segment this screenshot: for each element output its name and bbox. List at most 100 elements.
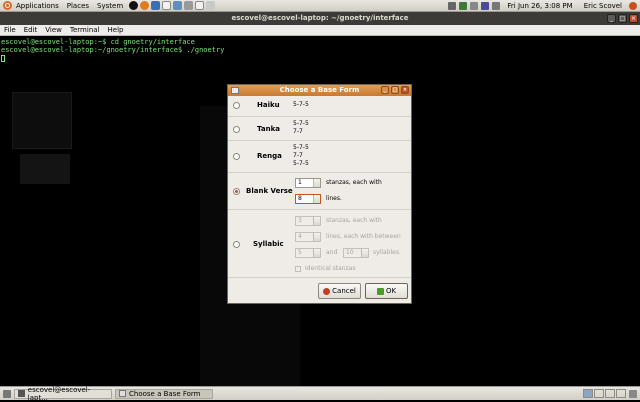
tanka-radio[interactable] [233,126,240,133]
meter-line: 5-7-5 [293,101,309,108]
terminal-icon [18,390,25,397]
blank-verse-radio[interactable] [233,188,240,195]
app-launcher-icon-2[interactable] [184,1,194,10]
meter-line: 7-7 [293,152,303,159]
menu-terminal[interactable]: Terminal [66,25,104,35]
text-editor-launcher-icon[interactable] [195,1,205,10]
blank-verse-label: Blank Verse [246,187,293,195]
show-desktop-icon[interactable] [3,389,11,398]
task-label: Choose a Base Form [129,389,201,398]
meter-line: 5-7-5 [293,144,309,151]
ubuntu-logo-icon[interactable] [3,1,12,10]
meter-line: 5-7-5 [293,160,309,167]
form-row-syllabic: Syllabic 3 stanzas, each with 4 lines, e… [228,209,411,278]
terminal-title: escovel@escovel-laptop: ~/gnoetry/interf… [231,14,409,22]
form-row-renga: Renga 5-7-5 7-7 5-7-5 [228,140,411,173]
terminal-cursor [1,55,5,62]
applications-menu[interactable]: Applications [12,0,63,12]
trash-icon[interactable] [629,389,637,398]
tanka-meter: 5-7-5 7-7 [293,120,309,136]
background-artwork [12,92,72,149]
close-button[interactable]: × [629,14,638,23]
bottom-panel: escovel@escovel-lapt... Choose a Base Fo… [0,385,640,402]
places-menu[interactable]: Places [63,0,93,12]
system-menu[interactable]: System [93,0,127,12]
clock[interactable]: Fri Jun 26, 3:08 PM [503,0,576,12]
ok-check-icon [376,287,384,295]
terminal-launcher-icon[interactable] [129,1,139,10]
syllables-max-spinner[interactable]: 10 [343,248,369,258]
window-icon [231,87,239,94]
button-separator [228,277,411,278]
menu-edit[interactable]: Edit [20,25,42,35]
syllabic-stanzas-spinner[interactable]: 3 [295,216,321,226]
lines-label: lines. [326,195,342,202]
blank-verse-lines-spinner[interactable]: 8 [295,194,321,204]
task-dialog[interactable]: Choose a Base Form [115,388,213,399]
user-name[interactable]: Eric Scovel [580,0,626,12]
dialog-maximize-button[interactable]: □ [391,86,399,94]
help-launcher-icon[interactable] [162,1,172,10]
workspace-4[interactable] [616,389,626,398]
renga-radio[interactable] [233,153,240,160]
terminal-line: escovel@escovel-laptop:~$ cd gnoetry/int… [1,38,195,46]
form-row-tanka: Tanka 5-7-5 7-7 [228,116,411,141]
syllabic-stanzas-label: stanzas, each with [326,217,382,224]
identical-stanzas-checkbox[interactable] [295,266,301,272]
app-launcher-icon-3[interactable] [206,1,216,10]
app-launcher-icon[interactable] [173,1,183,10]
dialog-titlebar[interactable]: Choose a Base Form _ □ × [228,85,411,96]
cancel-button[interactable]: Cancel [318,283,361,299]
workspace-1[interactable] [583,389,593,398]
workspace-switcher [582,389,640,398]
form-row-blank-verse: Blank Verse 1 stanzas, each with 8 lines… [228,172,411,210]
cancel-label: Cancel [332,287,356,295]
battery-icon[interactable] [459,1,468,10]
menu-file[interactable]: File [0,25,20,35]
workspace-3[interactable] [605,389,615,398]
dialog-minimize-button[interactable]: _ [381,86,389,94]
syllabic-lines-spinner[interactable]: 4 [295,232,321,242]
identical-stanzas-label: Identical stanzas [305,265,356,272]
choose-base-form-dialog: Choose a Base Form _ □ × Haiku 5-7-5 Tan… [227,84,412,304]
terminal-titlebar[interactable]: escovel@escovel-laptop: ~/gnoetry/interf… [0,12,640,25]
window-icon [119,390,126,397]
dialog-close-button[interactable]: × [401,86,409,94]
syllabic-radio[interactable] [233,241,240,248]
meter-line: 5-7-5 [293,120,309,127]
power-icon[interactable] [629,1,637,10]
maximize-button[interactable]: □ [618,14,627,23]
and-label: and [326,249,338,256]
speaker-icon[interactable] [492,1,501,10]
form-row-haiku: Haiku 5-7-5 [228,96,411,116]
syllabic-lines-label: lines, each with between [326,233,401,240]
network-icon[interactable] [448,1,457,10]
syllables-label: syllables. [373,249,401,256]
background-artwork-2 [20,154,70,184]
ok-button[interactable]: OK [365,283,408,299]
workspace-2[interactable] [594,389,604,398]
top-panel: Applications Places System Fri Jun 26, 3… [0,0,640,12]
tanka-label: Tanka [257,125,280,133]
haiku-label: Haiku [257,101,280,109]
syllables-min-spinner[interactable]: 5 [295,248,321,258]
evolution-launcher-icon[interactable] [151,1,161,10]
minimize-button[interactable]: _ [607,14,616,23]
volume-icon[interactable] [470,1,479,10]
mail-icon[interactable] [481,1,490,10]
stanzas-label: stanzas, each with [326,179,382,186]
haiku-radio[interactable] [233,102,240,109]
menu-view[interactable]: View [41,25,66,35]
firefox-launcher-icon[interactable] [140,1,150,10]
blank-verse-stanzas-spinner[interactable]: 1 [295,178,321,188]
task-label: escovel@escovel-lapt... [27,385,91,402]
terminal-line: escovel@escovel-laptop:~/gnoetry/interfa… [1,46,225,54]
haiku-meter: 5-7-5 [293,101,309,109]
terminal-menubar: File Edit View Terminal Help [0,25,640,36]
renga-label: Renga [257,152,282,160]
dialog-title: Choose a Base Form [279,86,360,94]
task-terminal[interactable]: escovel@escovel-lapt... [14,385,112,402]
ok-label: OK [385,287,397,295]
menu-help[interactable]: Help [104,25,128,35]
renga-meter: 5-7-5 7-7 5-7-5 [293,144,309,168]
